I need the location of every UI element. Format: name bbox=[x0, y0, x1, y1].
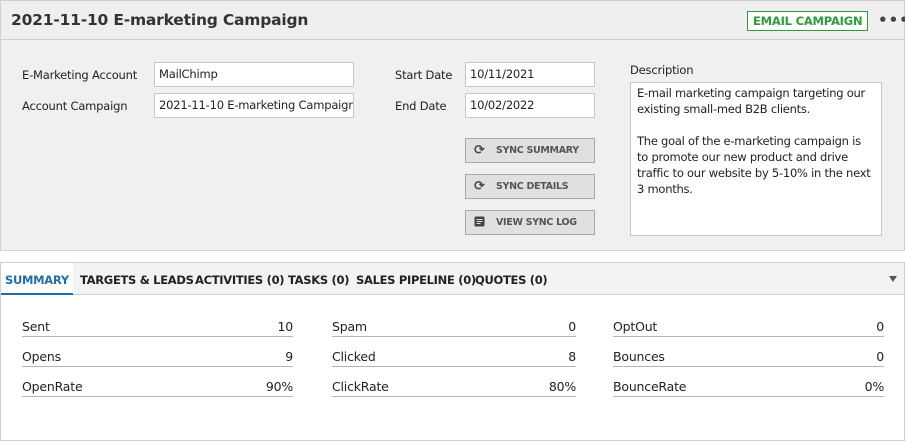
stat-value: 0 bbox=[568, 319, 576, 334]
sync-details-label: SYNC DETAILS bbox=[496, 181, 569, 192]
account-field[interactable]: MailChimp bbox=[154, 62, 354, 87]
start-date-label: Start Date bbox=[395, 68, 453, 82]
sync-details-button[interactable]: ⟳ SYNC DETAILS bbox=[465, 174, 595, 199]
stat-value: 90% bbox=[265, 379, 293, 394]
refresh-icon: ⟳ bbox=[474, 179, 485, 194]
stat-label: Spam bbox=[332, 319, 367, 334]
campaign-field[interactable]: 2021-11-10 E-marketing Campaign bbox=[154, 93, 354, 118]
stat-bounces: Bounces 0 bbox=[613, 347, 884, 367]
description-label: Description bbox=[630, 63, 694, 77]
stat-value: 0 bbox=[876, 319, 884, 334]
stat-clicked: Clicked 8 bbox=[332, 347, 576, 367]
chevron-down-icon[interactable] bbox=[889, 276, 897, 282]
stat-bounce-rate: BounceRate 0% bbox=[613, 377, 884, 397]
stat-value: 80% bbox=[548, 379, 576, 394]
campaign-details-form: E-Marketing Account MailChimp Account Ca… bbox=[0, 40, 905, 251]
start-date-field[interactable]: 10/11/2021 bbox=[465, 62, 595, 87]
end-date-label: End Date bbox=[395, 99, 447, 113]
stat-open-rate: OpenRate 90% bbox=[22, 377, 293, 397]
tabs-panel: SUMMARY TARGETS & LEADS ACTIVITIES (0) T… bbox=[0, 262, 905, 441]
stat-value: 0% bbox=[864, 379, 885, 394]
sync-summary-label: SYNC SUMMARY bbox=[496, 145, 579, 156]
stat-label: Sent bbox=[22, 319, 50, 334]
sync-summary-button[interactable]: ⟳ SYNC SUMMARY bbox=[465, 138, 595, 163]
stat-spam: Spam 0 bbox=[332, 317, 576, 337]
stat-label: Clicked bbox=[332, 349, 376, 364]
stat-label: ClickRate bbox=[332, 379, 389, 394]
account-label: E-Marketing Account bbox=[22, 68, 138, 82]
stat-value: 9 bbox=[285, 349, 293, 364]
stat-label: Opens bbox=[22, 349, 61, 364]
stat-click-rate: ClickRate 80% bbox=[332, 377, 576, 397]
stat-sent: Sent 10 bbox=[22, 317, 293, 337]
stat-label: OpenRate bbox=[22, 379, 83, 394]
campaign-type-badge: EMAIL CAMPAIGN bbox=[747, 11, 869, 31]
tab-summary[interactable]: SUMMARY bbox=[1, 263, 73, 295]
stat-opens: Opens 9 bbox=[22, 347, 293, 367]
stat-label: OptOut bbox=[613, 319, 658, 334]
stat-value: 0 bbox=[876, 349, 884, 364]
stat-label: BounceRate bbox=[613, 379, 687, 394]
tab-targets-leads[interactable]: TARGETS & LEADS bbox=[80, 263, 194, 295]
record-header: 2021-11-10 E-marketing Campaign EMAIL CA… bbox=[0, 0, 905, 40]
page-title: 2021-11-10 E-marketing Campaign bbox=[11, 11, 309, 29]
log-icon bbox=[474, 211, 485, 234]
tab-bar: SUMMARY TARGETS & LEADS ACTIVITIES (0) T… bbox=[1, 263, 904, 295]
tab-tasks[interactable]: TASKS (0) bbox=[288, 263, 349, 295]
refresh-icon: ⟳ bbox=[474, 143, 485, 158]
tab-sales-pipeline[interactable]: SALES PIPELINE (0) bbox=[356, 263, 476, 295]
tab-activities[interactable]: ACTIVITIES (0) bbox=[195, 263, 285, 295]
description-field[interactable]: E-mail marketing campaign targeting our … bbox=[630, 82, 882, 236]
stat-value: 10 bbox=[277, 319, 293, 334]
stat-label: Bounces bbox=[613, 349, 665, 364]
view-sync-log-label: VIEW SYNC LOG bbox=[496, 217, 577, 228]
view-sync-log-button[interactable]: VIEW SYNC LOG bbox=[465, 210, 595, 235]
tab-quotes[interactable]: QUOTES (0) bbox=[475, 263, 548, 295]
stat-optout: OptOut 0 bbox=[613, 317, 884, 337]
stat-value: 8 bbox=[568, 349, 576, 364]
campaign-label: Account Campaign bbox=[22, 99, 128, 113]
end-date-field[interactable]: 10/02/2022 bbox=[465, 93, 595, 118]
more-options-icon[interactable]: ••• bbox=[878, 13, 905, 28]
